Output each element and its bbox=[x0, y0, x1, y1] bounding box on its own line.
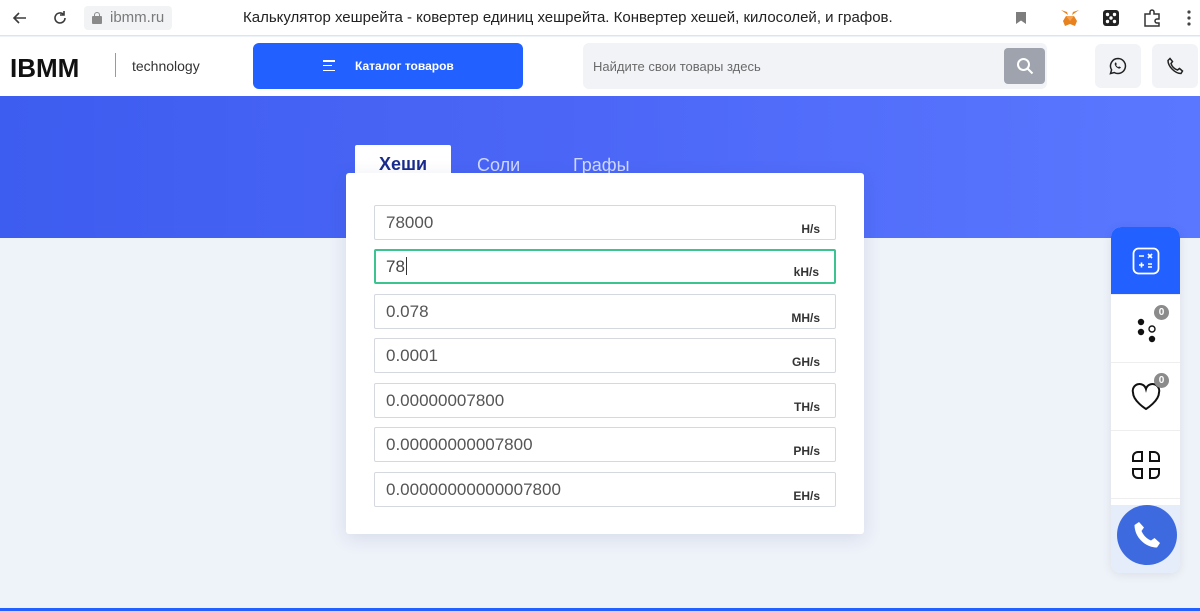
site-logo[interactable]: IBMM bbox=[10, 53, 79, 84]
hash-unit: H/s bbox=[801, 222, 820, 236]
dice-icon[interactable] bbox=[1100, 7, 1122, 29]
catalog-button-label: Каталог товаров bbox=[355, 59, 454, 73]
calculator-icon bbox=[1132, 247, 1159, 274]
whatsapp-button[interactable] bbox=[1095, 44, 1141, 88]
hash-unit: EH/s bbox=[793, 489, 820, 503]
compare-badge: 0 bbox=[1154, 305, 1169, 320]
hash-unit: kH/s bbox=[793, 265, 819, 279]
page-title: Калькулятор хешрейта - ковертер единиц х… bbox=[243, 9, 893, 26]
url-text: ibmm.ru bbox=[110, 9, 165, 26]
hash-value: 0.00000000000007800 bbox=[386, 480, 561, 499]
logo-divider bbox=[115, 53, 116, 77]
metamask-icon[interactable] bbox=[1059, 7, 1081, 29]
hash-value: 78000 bbox=[386, 213, 434, 232]
search-bar bbox=[583, 43, 1047, 89]
search-input[interactable] bbox=[583, 43, 1003, 89]
hash-value: 0.00000000007800 bbox=[386, 435, 533, 454]
menu-dots-icon[interactable] bbox=[1178, 7, 1200, 29]
menu-icon bbox=[323, 60, 335, 72]
hash-value: 78 bbox=[386, 257, 407, 276]
tab-hashes[interactable]: Хеши bbox=[355, 145, 452, 175]
hash-field-hs[interactable]: 78000 H/s bbox=[374, 205, 836, 240]
calculator-shortcut[interactable] bbox=[1111, 227, 1180, 295]
grid-icon bbox=[1131, 450, 1160, 479]
extensions-icon[interactable] bbox=[1141, 7, 1163, 29]
bookmark-icon[interactable] bbox=[1010, 7, 1032, 29]
hash-value: 0.078 bbox=[386, 302, 429, 321]
hashrate-calculator: 78000 H/s 78 kH/s 0.078 MH/s 0.0001 GH/s… bbox=[346, 173, 864, 534]
hash-unit: TH/s bbox=[793, 400, 820, 414]
categories-shortcut[interactable] bbox=[1111, 431, 1180, 499]
phone-button[interactable] bbox=[1152, 44, 1198, 88]
hash-unit: GH/s bbox=[791, 355, 820, 369]
reload-icon[interactable] bbox=[40, 0, 80, 36]
phone-icon bbox=[1134, 522, 1160, 548]
calculator-tabs: Хеши bbox=[355, 145, 452, 175]
hash-field-khs[interactable]: 78 kH/s bbox=[374, 249, 836, 284]
address-bar[interactable]: ibmm.ru bbox=[84, 5, 173, 30]
compare-shortcut[interactable]: 0 bbox=[1111, 295, 1180, 363]
favorites-shortcut[interactable]: 0 bbox=[1111, 363, 1180, 431]
hash-field-ths[interactable]: 0.00000007800 TH/s bbox=[374, 383, 836, 418]
lock-icon bbox=[92, 11, 102, 24]
hash-value: 0.00000007800 bbox=[386, 391, 505, 410]
hash-unit: PH/s bbox=[793, 444, 820, 458]
hash-unit: MH/s bbox=[791, 311, 820, 325]
back-icon[interactable] bbox=[0, 0, 40, 36]
phone-icon bbox=[1167, 57, 1184, 75]
hash-field-phs[interactable]: 0.00000000007800 PH/s bbox=[374, 427, 836, 462]
search-button[interactable] bbox=[1004, 48, 1045, 84]
text-cursor bbox=[405, 257, 407, 275]
hash-field-ghs[interactable]: 0.0001 GH/s bbox=[374, 338, 836, 373]
hash-field-ehs[interactable]: 0.00000000000007800 EH/s bbox=[374, 472, 836, 507]
call-button[interactable] bbox=[1117, 505, 1177, 565]
catalog-button[interactable]: Каталог товаров bbox=[253, 43, 523, 89]
browser-toolbar: ibmm.ru Калькулятор хешрейта - ковертер … bbox=[0, 0, 1200, 36]
favorites-badge: 0 bbox=[1154, 373, 1169, 388]
site-header: IBMM technology Каталог товаров bbox=[0, 37, 1200, 96]
whatsapp-icon bbox=[1109, 57, 1127, 75]
logo-subtitle: technology bbox=[132, 58, 200, 74]
hash-field-mhs[interactable]: 0.078 MH/s bbox=[374, 294, 836, 329]
hash-value: 0.0001 bbox=[386, 346, 438, 365]
search-icon bbox=[1016, 58, 1033, 75]
